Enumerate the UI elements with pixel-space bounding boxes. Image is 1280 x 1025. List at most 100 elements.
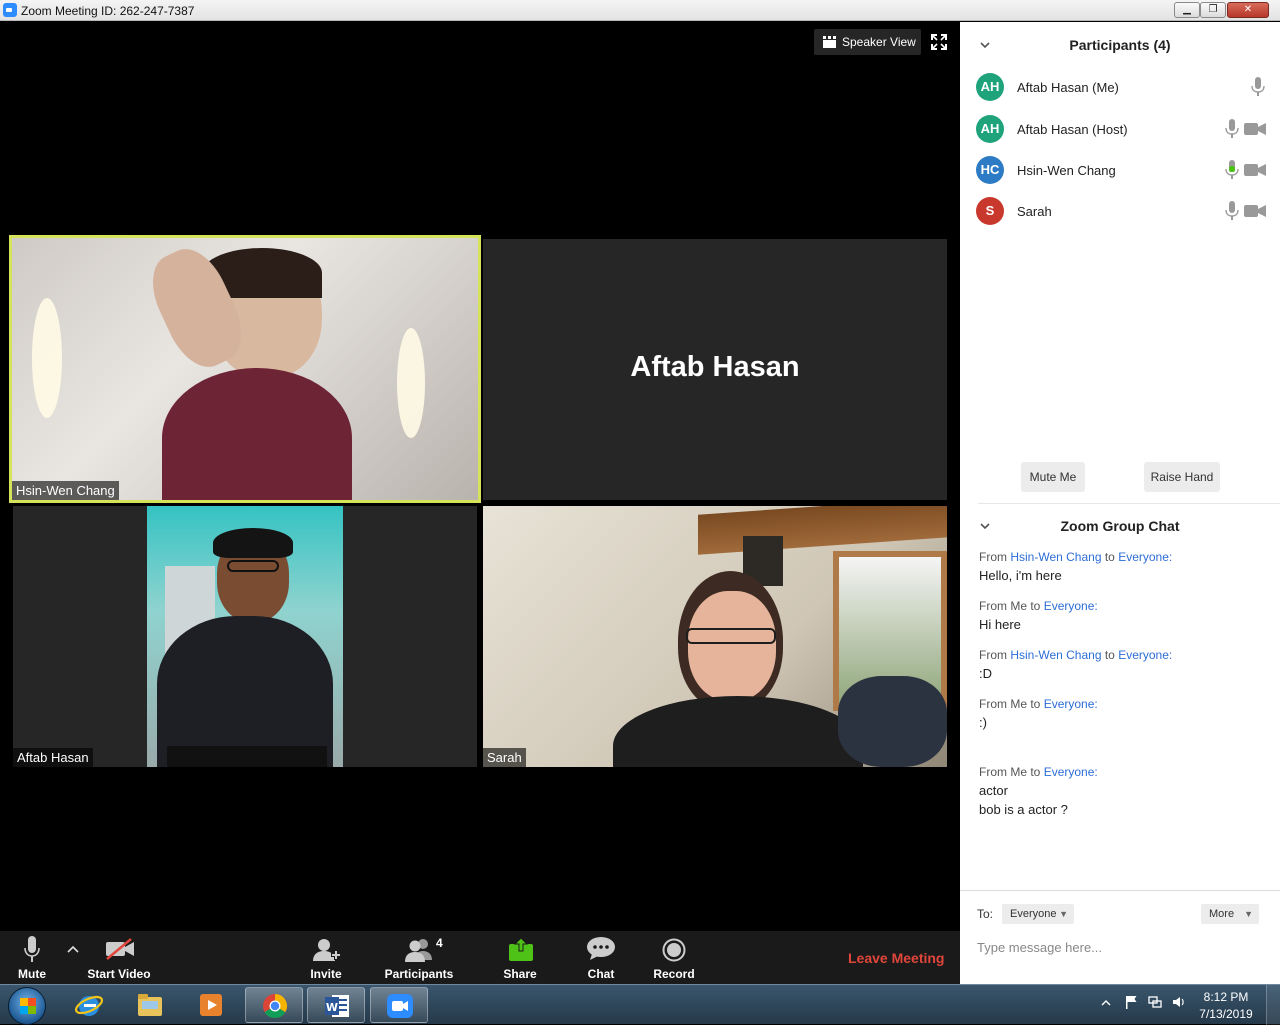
mute-button[interactable]: Mute [8,931,56,984]
show-desktop-button[interactable] [1266,985,1280,1025]
participant-video [483,506,947,767]
message-text: Hello, i'm here [979,568,1062,583]
start-video-button[interactable]: Start Video [86,931,152,984]
participant-name: Sarah [1017,204,1052,219]
invite-label: Invite [310,967,342,981]
chat-compose-area: To: Everyone ▼ More ▼ [960,890,1280,984]
participant-name-label: Sarah [483,748,526,767]
network-icon[interactable] [1148,995,1162,1009]
video-tile-sarah[interactable]: Sarah [483,506,947,767]
leave-meeting-button[interactable]: Leave Meeting [848,950,944,966]
action-center-flag-icon[interactable] [1124,995,1138,1009]
minimize-button[interactable]: ▁ [1174,2,1200,18]
microphone-icon[interactable] [1225,201,1239,221]
recipient-link[interactable]: Everyone: [1118,648,1172,662]
clock-time[interactable]: 8:12 PM [1196,990,1256,1004]
chat-title: Zoom Group Chat [1060,518,1180,534]
close-button[interactable]: ✕ [1227,2,1269,18]
participant-row[interactable]: AH Aftab Hasan (Host) [960,109,1280,149]
audio-options-button[interactable] [62,931,84,984]
from-label: From [979,550,1011,564]
avatar: S [976,197,1004,225]
to-word: to [1101,648,1119,662]
participant-name: Aftab Hasan (Host) [1017,122,1128,137]
chevron-up-icon [67,945,79,953]
fullscreen-icon[interactable] [930,33,948,51]
participant-display-name: Aftab Hasan [630,351,800,383]
recipient-link[interactable]: Everyone: [1044,599,1098,613]
microphone-icon[interactable] [1225,119,1239,139]
recipient-link[interactable]: Everyone: [1044,765,1098,779]
speaker-view-label: Speaker View [842,35,916,49]
close-icon: ✕ [1243,4,1253,15]
participants-label: Participants [384,967,454,981]
show-hidden-icons-icon[interactable] [1101,998,1111,1008]
start-button[interactable] [8,987,46,1025]
video-tile-aftab-hasan[interactable]: Aftab Hasan [13,506,477,767]
microphone-icon[interactable] [1251,77,1265,97]
camera-icon[interactable] [1244,204,1266,218]
chat-icon [587,937,615,960]
volume-icon[interactable] [1172,995,1186,1009]
meeting-toolbar: Mute Start Video Invite 4 Participants S… [0,931,960,984]
share-screen-icon [509,937,533,961]
video-tile-hsin-wen-chang[interactable]: Hsin-Wen Chang [9,235,481,503]
taskbar-internet-explorer[interactable] [60,987,118,1023]
window-title: Zoom Meeting ID: 262-247-7387 [21,4,195,18]
taskbar-word[interactable]: W [307,987,365,1023]
participant-row[interactable]: S Sarah [960,191,1280,231]
start-video-label: Start Video [87,967,151,981]
chat-message: From Me to Everyone: Hi here [979,599,1269,632]
recipient-value: Everyone [1010,908,1057,920]
mute-label: Mute [18,967,46,981]
more-dropdown[interactable]: More ▼ [1201,904,1259,924]
chat-button[interactable]: Chat [578,931,624,984]
message-text: :) [979,715,987,730]
recipient-link[interactable]: Everyone: [1118,550,1172,564]
to-word: to [1101,550,1119,564]
camera-icon[interactable] [1244,122,1266,136]
recipient-link[interactable]: Everyone: [1044,697,1098,711]
participant-name-label: Aftab Hasan [13,748,93,767]
taskbar-media-player[interactable] [182,987,240,1023]
message-header: From Hsin-Wen Chang to Everyone: [979,648,1269,662]
message-header: From Me to Everyone: [979,697,1269,711]
sender-link[interactable]: Hsin-Wen Chang [1010,648,1101,662]
from-label: From [979,648,1011,662]
chat-label: Chat [587,967,615,981]
share-button[interactable]: Share [496,931,544,984]
message-text: bob is a actor ? [979,802,1068,817]
participants-header: Participants (4) [960,22,1280,66]
chat-header: Zoom Group Chat [960,504,1280,544]
participants-count-badge: 4 [436,936,443,950]
chat-message-input[interactable] [977,935,1267,959]
sender-link[interactable]: Hsin-Wen Chang [1010,550,1101,564]
clock-date[interactable]: 7/13/2019 [1196,1007,1256,1021]
chat-message: From Me to Everyone: actor bob is a acto… [979,765,1269,817]
participants-icon [405,939,432,962]
video-off-icon [106,938,134,960]
recipient-dropdown[interactable]: Everyone ▼ [1002,904,1074,924]
invite-button[interactable]: Invite [300,931,352,984]
raise-hand-button[interactable]: Raise Hand [1144,462,1220,492]
restore-button[interactable]: ❐ [1200,2,1226,18]
video-tile-aftab-hasan-avatar[interactable]: Aftab Hasan [483,239,947,500]
speaker-view-icon [823,36,836,48]
participant-name-label: Hsin-Wen Chang [12,481,119,500]
microphone-active-icon[interactable] [1225,160,1239,180]
taskbar-zoom[interactable] [370,987,428,1023]
participants-button[interactable]: 4 Participants [384,931,454,984]
chrome-icon [263,994,288,1019]
taskbar-chrome[interactable] [245,987,303,1023]
camera-icon[interactable] [1244,163,1266,177]
participant-row[interactable]: HC Hsin-Wen Chang [960,150,1280,190]
message-text: :D [979,666,992,681]
taskbar-file-explorer[interactable] [121,987,179,1023]
record-button[interactable]: Record [650,931,698,984]
message-header: From Me to Everyone: [979,599,1269,613]
participant-row[interactable]: AH Aftab Hasan (Me) [960,67,1280,107]
speaker-view-button[interactable]: Speaker View [814,29,921,55]
participant-name: Hsin-Wen Chang [1017,163,1116,178]
file-explorer-icon [138,994,162,1016]
mute-me-button[interactable]: Mute Me [1021,462,1085,492]
